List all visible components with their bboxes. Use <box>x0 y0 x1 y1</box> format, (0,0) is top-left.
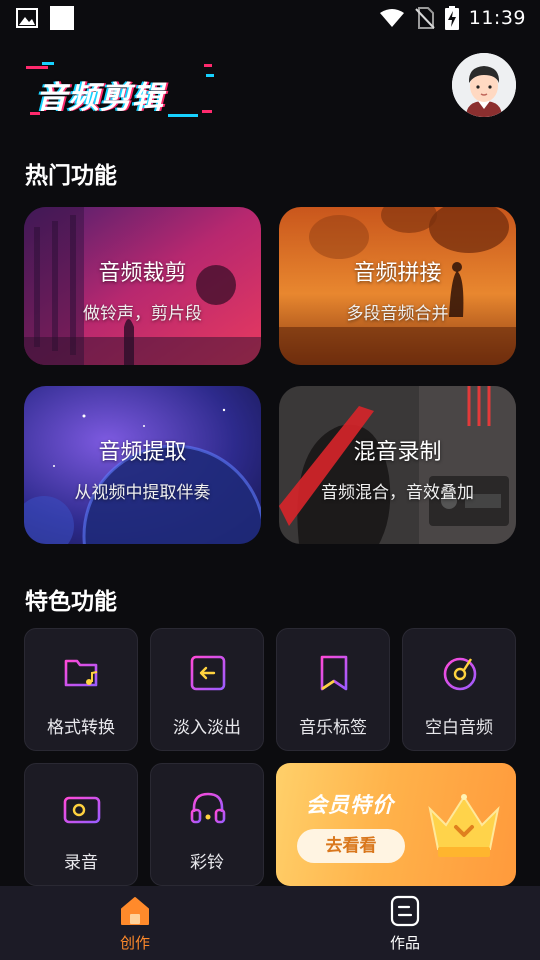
format-convert-tile[interactable]: 格式转换 <box>24 628 138 751</box>
feature-section-title: 特色功能 <box>25 589 117 615</box>
music-tag-label: 音乐标签 <box>299 718 367 738</box>
fade-arrow-icon <box>190 655 226 691</box>
image-notification-icon <box>16 8 38 28</box>
headphones-icon <box>190 792 226 824</box>
user-avatar[interactable] <box>452 53 516 117</box>
mix-record-subtitle: 音频混合，音效叠加 <box>321 483 474 503</box>
fade-inout-tile[interactable]: 淡入淡出 <box>150 628 264 751</box>
folder-music-icon <box>64 655 98 687</box>
nav-create-label: 创作 <box>119 934 150 952</box>
bottom-navigation: 创作 作品 <box>0 886 540 960</box>
mix-record-card[interactable]: 混音录制 音频混合，音效叠加 <box>279 386 516 544</box>
audio-extract-subtitle: 从视频中提取伴奏 <box>74 483 211 503</box>
audio-join-title: 音频拼接 <box>353 261 442 286</box>
audio-extract-title: 音频提取 <box>98 440 187 465</box>
works-icon <box>390 895 420 927</box>
radio-recorder-icon <box>63 791 101 824</box>
audio-cut-subtitle: 做铃声，剪片段 <box>83 304 202 324</box>
vip-banner[interactable]: 会员特价 去看看 <box>276 763 516 886</box>
cartoon-avatar-icon <box>452 53 516 117</box>
no-sim-icon <box>415 7 435 29</box>
status-bar: 11:39 <box>0 0 540 36</box>
record-tile[interactable]: 录音 <box>24 763 138 886</box>
nav-create[interactable]: 创作 <box>0 886 270 960</box>
audio-cut-title: 音频裁剪 <box>98 261 187 286</box>
vip-view-button[interactable]: 去看看 <box>297 829 405 863</box>
audio-extract-card[interactable]: 音频提取 从视频中提取伴奏 <box>24 386 261 544</box>
battery-charging-icon <box>444 6 459 30</box>
audio-join-subtitle: 多段音频合并 <box>346 304 449 324</box>
crown-icon <box>428 794 500 857</box>
vip-title: 会员特价 <box>306 793 394 817</box>
nav-works-label: 作品 <box>389 934 420 952</box>
blank-audio-tile[interactable]: 空白音频 <box>402 628 516 751</box>
vinyl-disc-icon <box>443 657 477 691</box>
app-logo: 音频剪辑 <box>26 62 216 118</box>
ringtone-tile[interactable]: 彩铃 <box>150 763 264 886</box>
blank-audio-label: 空白音频 <box>425 718 493 738</box>
nav-works[interactable]: 作品 <box>270 886 540 960</box>
music-tag-tile[interactable]: 音乐标签 <box>276 628 390 751</box>
audio-join-card[interactable]: 音频拼接 多段音频合并 <box>279 207 516 365</box>
wifi-icon <box>379 9 404 27</box>
record-label: 录音 <box>64 853 98 873</box>
fade-inout-label: 淡入淡出 <box>173 718 241 738</box>
logo-text: 音频剪辑 <box>36 80 164 116</box>
hot-section-title: 热门功能 <box>25 163 117 189</box>
format-convert-label: 格式转换 <box>47 718 115 738</box>
audio-cut-card[interactable]: 音频裁剪 做铃声，剪片段 <box>24 207 261 365</box>
ringtone-label: 彩铃 <box>190 853 224 873</box>
notification-square-icon <box>50 6 74 30</box>
bookmark-tag-icon <box>320 655 348 691</box>
home-icon <box>121 897 149 925</box>
status-time: 11:39 <box>468 7 526 29</box>
mix-record-title: 混音录制 <box>353 440 442 465</box>
